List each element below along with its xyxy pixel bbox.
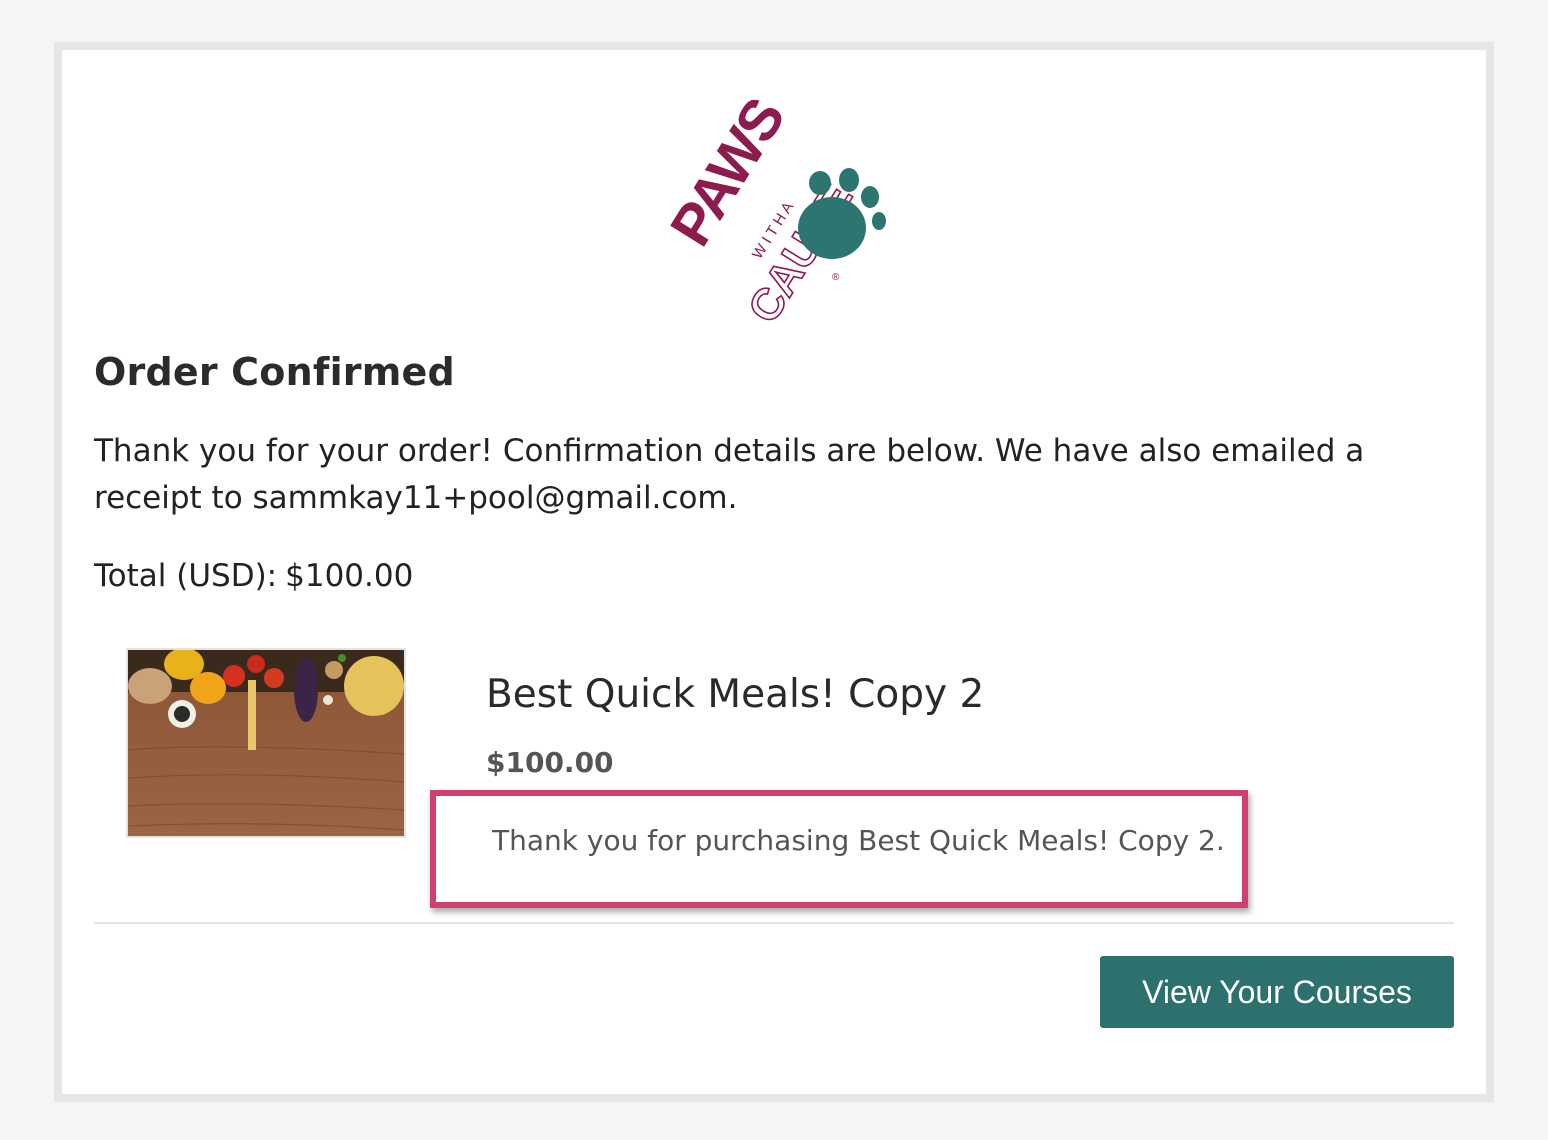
- purchase-message: Thank you for purchasing Best Quick Meal…: [492, 824, 1225, 857]
- order-total: Total (USD): $100.00: [94, 558, 413, 594]
- product-name: Best Quick Meals! Copy 2: [486, 672, 985, 717]
- paws-with-a-cause-logo: PAWS W I T H A CAUSE ®: [662, 100, 892, 340]
- logo-registered-mark: ®: [832, 272, 840, 283]
- divider: [94, 922, 1454, 924]
- paw-icon: [798, 168, 886, 259]
- view-your-courses-button[interactable]: View Your Courses: [1100, 956, 1454, 1028]
- total-label: Total (USD):: [94, 558, 278, 594]
- confirmation-message: Thank you for your order! Confirmation d…: [94, 433, 1365, 516]
- order-confirmation-card: PAWS W I T H A CAUSE ® Order Confirmed T…: [54, 42, 1494, 1102]
- product-thumbnail: [126, 648, 406, 838]
- total-value: $100.00: [285, 558, 414, 594]
- purchase-message-highlight: Thank you for purchasing Best Quick Meal…: [430, 790, 1248, 908]
- page-title: Order Confirmed: [94, 350, 455, 394]
- product-price: $100.00: [486, 746, 614, 779]
